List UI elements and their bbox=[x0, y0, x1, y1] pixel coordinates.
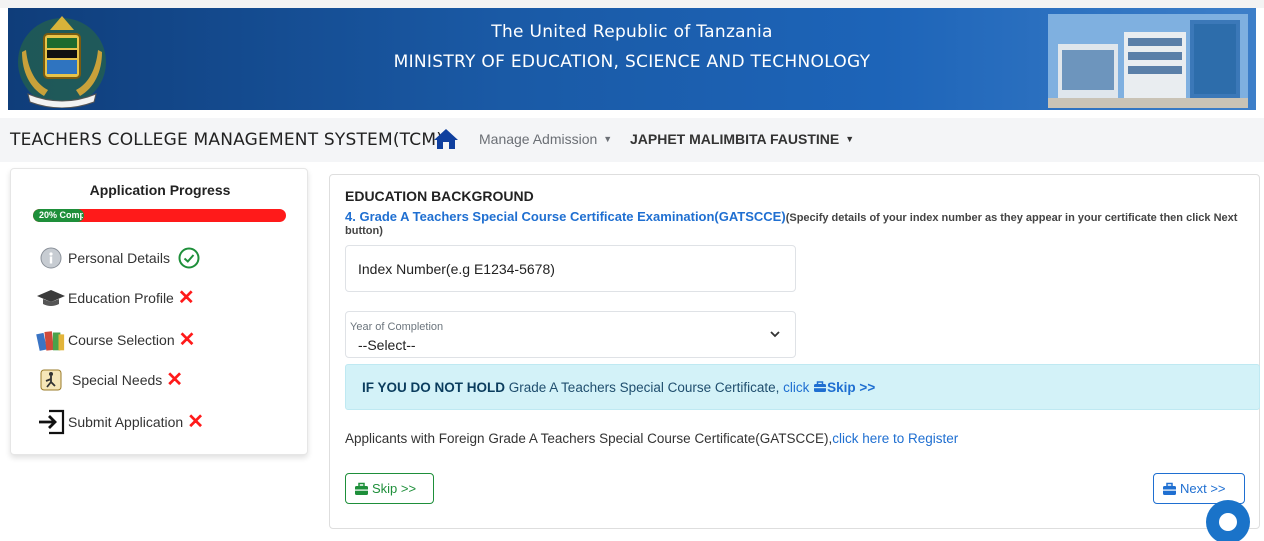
briefcase-icon bbox=[355, 482, 368, 495]
briefcase-icon bbox=[814, 381, 827, 392]
foreign-text: Applicants with Foreign Grade A Teachers… bbox=[345, 431, 833, 446]
step-course-selection[interactable]: Course Selection ✕ bbox=[36, 325, 195, 355]
exam-instructions: 4. Grade A Teachers Special Course Certi… bbox=[345, 210, 1250, 238]
manage-admission-label: Manage Admission bbox=[479, 131, 598, 147]
briefcase-icon bbox=[1163, 482, 1176, 495]
alert-click-text: click bbox=[783, 380, 814, 395]
x-mark-icon: ✕ bbox=[177, 287, 195, 309]
top-navbar: TEACHERS COLLEGE MANAGEMENT SYSTEM(TCM) … bbox=[0, 118, 1264, 162]
x-mark-icon: ✕ bbox=[166, 369, 184, 391]
step-special-needs[interactable]: Special Needs ✕ bbox=[36, 365, 183, 395]
alert-text: IF YOU DO NOT HOLD Grade A Teachers Spec… bbox=[362, 380, 875, 395]
step-label: Special Needs bbox=[72, 372, 163, 388]
books-icon bbox=[36, 327, 66, 353]
application-progress-card: Application Progress 20% Complete Person… bbox=[10, 168, 308, 455]
step-submit-application[interactable]: Submit Application ✕ bbox=[36, 407, 204, 437]
graduation-cap-icon bbox=[36, 285, 66, 311]
check-circle-icon bbox=[178, 247, 200, 269]
chevron-down-icon bbox=[770, 331, 780, 338]
step-education-profile[interactable]: Education Profile ✕ bbox=[36, 283, 195, 313]
progress-title: Application Progress bbox=[89, 182, 231, 198]
step-personal-details[interactable]: Personal Details bbox=[36, 243, 200, 273]
x-mark-icon: ✕ bbox=[187, 411, 204, 433]
user-menu-dropdown[interactable]: JAPHET MALIMBITA FAUSTINE ▼ bbox=[630, 131, 854, 147]
chat-bubble-icon[interactable] bbox=[1206, 500, 1250, 541]
index-number-input[interactable] bbox=[345, 245, 796, 292]
step-label: Course Selection bbox=[68, 332, 175, 348]
year-of-completion-select[interactable]: Year of Completion --Select-- bbox=[345, 311, 796, 358]
caret-down-icon: ▼ bbox=[845, 134, 855, 144]
next-button-label: Next >> bbox=[1180, 481, 1226, 496]
year-of-completion-label: Year of Completion bbox=[350, 321, 444, 333]
top-strip bbox=[0, 0, 1264, 8]
alert-skip-link[interactable]: click Skip >> bbox=[783, 380, 875, 395]
user-name-label: JAPHET MALIMBITA FAUSTINE bbox=[630, 131, 840, 147]
section-title: EDUCATION BACKGROUND bbox=[345, 188, 534, 204]
exam-subheading: 4. Grade A Teachers Special Course Certi… bbox=[345, 209, 786, 224]
register-foreign-link[interactable]: click here to Register bbox=[832, 431, 958, 446]
alert-skip-label: Skip >> bbox=[827, 380, 876, 395]
building-photo bbox=[1048, 14, 1248, 108]
sign-in-icon bbox=[36, 409, 66, 435]
header-banner: The United Republic of Tanzania MINISTRY… bbox=[8, 8, 1256, 110]
skip-button[interactable]: Skip >> bbox=[345, 473, 434, 504]
step-label: Personal Details bbox=[68, 250, 170, 266]
year-of-completion-value: --Select-- bbox=[358, 337, 416, 353]
skip-button-label: Skip >> bbox=[372, 481, 417, 496]
x-mark-icon: ✕ bbox=[178, 329, 196, 351]
home-icon[interactable] bbox=[433, 128, 459, 150]
app-brand[interactable]: TEACHERS COLLEGE MANAGEMENT SYSTEM(TCM) bbox=[10, 130, 443, 150]
alert-bold-text: IF YOU DO NOT HOLD bbox=[362, 380, 506, 395]
manage-admission-dropdown[interactable]: Manage Admission ▼ bbox=[479, 131, 612, 147]
education-background-card: EDUCATION BACKGROUND 4. Grade A Teachers… bbox=[329, 174, 1260, 529]
step-label: Education Profile bbox=[68, 290, 174, 306]
no-certificate-alert: IF YOU DO NOT HOLD Grade A Teachers Spec… bbox=[345, 364, 1260, 410]
alert-body-text: Grade A Teachers Special Course Certific… bbox=[505, 380, 784, 395]
progress-bar: 20% Complete bbox=[33, 209, 286, 222]
step-label: Submit Application bbox=[68, 414, 184, 430]
progress-bar-text: 20% Complete bbox=[39, 210, 83, 220]
foreign-certificate-note: Applicants with Foreign Grade A Teachers… bbox=[345, 431, 958, 446]
accessibility-icon bbox=[36, 367, 66, 393]
caret-down-icon: ▼ bbox=[603, 134, 613, 144]
info-icon bbox=[36, 245, 66, 271]
